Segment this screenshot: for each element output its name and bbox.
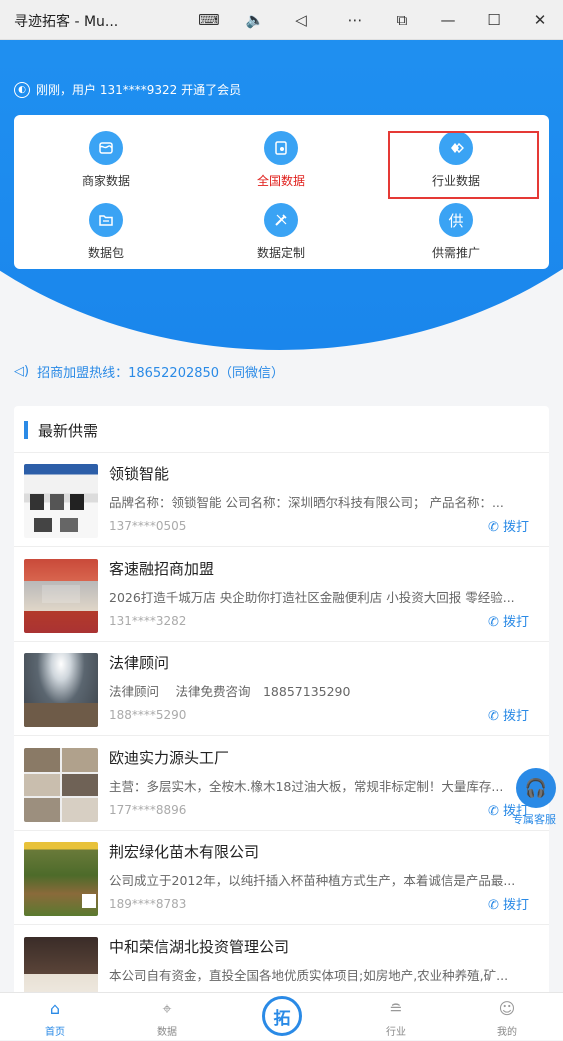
item-name: 法律顾问	[109, 654, 170, 672]
call-button[interactable]: ✆ 拨打	[488, 894, 529, 913]
call-label: 拨打	[502, 709, 529, 724]
item-name: 领锁智能	[109, 465, 170, 483]
back-icon[interactable]: ◁	[288, 8, 314, 32]
item-desc: 本公司自有资金，直投全国各地优质实体项目;如房地产,农业种养殖,矿...	[109, 968, 509, 983]
item-name: 客速融招商加盟	[109, 560, 215, 578]
grid-label: 全国数据	[256, 174, 305, 188]
item-desc: 法律顾问 法律免费咨询 18857135290	[109, 684, 351, 699]
member-notice: ◐ 刚刚，用户 131****9322 开通了会员	[14, 81, 241, 98]
grid-item-data-package[interactable]: 数据包	[46, 203, 166, 261]
item-phone: 137****0505	[109, 519, 187, 533]
shop-data-icon	[89, 131, 123, 165]
item-desc: 品牌名称：领锁智能 公司名称：深圳晒尔科技有限公司； 产品名称：...	[109, 495, 504, 510]
tab-label: 我的	[497, 1027, 517, 1038]
phone-icon: ✆	[487, 520, 503, 535]
folder-icon	[89, 203, 123, 237]
call-label: 拨打	[502, 898, 529, 913]
call-button[interactable]: ✆ 拨打	[488, 611, 529, 630]
map-icon: ⌖	[162, 999, 172, 1018]
volume-icon[interactable]: 🔈	[242, 8, 268, 32]
item-desc: 公司成立于2012年，以纯扦插入杯苗种植方式生产，本着诚信是产品最...	[109, 873, 516, 888]
item-name: 中和荣信湖北投资管理公司	[109, 938, 290, 956]
customer-service-float[interactable]: 🎧 专属客服	[512, 768, 556, 827]
grid-item-nation-data[interactable]: 全国数据	[221, 131, 341, 189]
window-titlebar: 寻迹拓客 - Mu... ⌨ 🔈 ◁ ⋯ ⧉ — ☐ ✕	[0, 0, 563, 40]
phone-icon: ✆	[487, 709, 503, 724]
customer-service-label: 专属客服	[512, 813, 556, 826]
more-icon[interactable]: ⋯	[342, 8, 368, 32]
item-thumbnail	[24, 559, 98, 633]
hotline-text: 招商加盟热线：18652202850（同微信）	[37, 366, 285, 381]
item-thumbnail	[24, 842, 98, 916]
grid-item-supply-promo[interactable]: 供 供需推广	[396, 203, 516, 261]
list-item[interactable]: 欧迪实力源头工厂 主营：多层实木，全桉木.橡木18过油大板，常规非标定制！大量库…	[14, 737, 549, 831]
item-thumbnail	[24, 653, 98, 727]
home-icon: ⌂	[49, 999, 61, 1018]
speaker-icon: ◁)	[14, 364, 30, 379]
tab-industry[interactable]: ≘ 行业	[351, 993, 441, 1041]
user-icon: ☺	[498, 999, 516, 1018]
close-icon[interactable]: ✕	[527, 8, 553, 32]
phone-icon: ✆	[487, 898, 503, 913]
call-button[interactable]: ✆ 拨打	[488, 705, 529, 724]
tab-data[interactable]: ⌖ 数据	[122, 993, 212, 1041]
item-thumbnail	[24, 748, 98, 822]
headset-icon: 🎧	[516, 768, 556, 808]
list-item[interactable]: 客速融招商加盟 2026打造千城万店 央企助你打造社区金融便利店 小投资大回报 …	[14, 548, 549, 642]
grid-label: 数据包	[87, 246, 124, 260]
notice-text: 刚刚，用户 131****9322 开通了会员	[36, 83, 242, 97]
maximize-icon[interactable]: ☐	[481, 8, 507, 32]
list-item[interactable]: 领锁智能 品牌名称：领锁智能 公司名称：深圳晒尔科技有限公司； 产品名称：...…	[14, 453, 549, 547]
item-phone: 189****8783	[109, 897, 187, 911]
nation-data-icon	[264, 131, 298, 165]
item-desc: 2026打造千城万店 央企助你打造社区金融便利店 小投资大回报 零经验...	[109, 590, 515, 605]
tab-label: 数据	[157, 1027, 177, 1038]
hotline[interactable]: ◁) 招商加盟热线：18652202850（同微信）	[14, 362, 284, 381]
grid-item-data-custom[interactable]: 数据定制	[221, 203, 341, 261]
phone-icon: ✆	[487, 804, 503, 819]
call-label: 拨打	[502, 520, 529, 535]
supply-icon: 供	[439, 203, 473, 237]
grid-label: 供需推广	[431, 246, 480, 260]
call-button[interactable]: ✆ 拨打	[488, 516, 529, 535]
grid-label: 数据定制	[256, 246, 305, 260]
section-accent-bar	[24, 421, 28, 439]
grid-label: 商家数据	[81, 174, 130, 188]
item-thumbnail	[24, 464, 98, 538]
item-phone: 131****3282	[109, 614, 187, 628]
phone-icon: ✆	[487, 615, 503, 630]
grid-item-shop-data[interactable]: 商家数据	[46, 131, 166, 189]
notice-icon: ◐	[14, 81, 30, 98]
item-phone: 188****5290	[109, 708, 187, 722]
tab-home[interactable]: ⌂ 首页	[10, 993, 100, 1041]
list-item[interactable]: 法律顾问 法律顾问 法律免费咨询 18857135290 188****5290…	[14, 642, 549, 736]
tab-label: 首页	[45, 1027, 65, 1038]
item-name: 荆宏绿化苗木有限公司	[109, 843, 260, 861]
list-item[interactable]: 荆宏绿化苗木有限公司 公司成立于2012年，以纯扦插入杯苗种植方式生产，本着诚信…	[14, 831, 549, 925]
selection-highlight	[388, 131, 539, 199]
keyboard-icon[interactable]: ⌨	[196, 8, 222, 32]
window-title: 寻迹拓客 - Mu...	[14, 14, 119, 30]
supply-list-card: 最新供需 领锁智能 品牌名称：领锁智能 公司名称：深圳晒尔科技有限公司； 产品名…	[14, 406, 549, 1006]
tuo-center-button[interactable]: 拓	[262, 996, 302, 1036]
section-title: 最新供需	[38, 421, 99, 440]
section-header: 最新供需	[24, 420, 98, 440]
database-icon: ≘	[389, 999, 403, 1018]
restore-icon[interactable]: ⧉	[389, 8, 415, 32]
item-name: 欧迪实力源头工厂	[109, 749, 230, 767]
call-label: 拨打	[502, 615, 529, 630]
minimize-icon[interactable]: —	[435, 8, 461, 32]
tab-label: 行业	[386, 1027, 406, 1038]
item-desc: 主营：多层实木，全桉木.橡木18过油大板，常规非标定制！大量库存...	[109, 779, 504, 794]
custom-tool-icon	[264, 203, 298, 237]
tab-mine[interactable]: ☺ 我的	[462, 993, 552, 1041]
item-phone: 177****8896	[109, 803, 187, 817]
